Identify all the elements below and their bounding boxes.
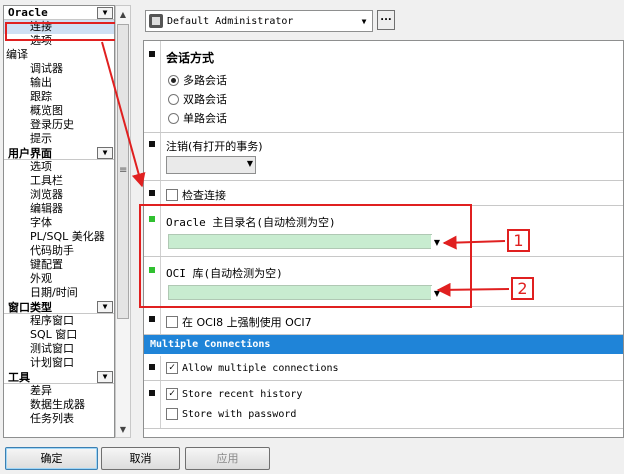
tree-item-toolbar[interactable]: 工具栏 (4, 174, 114, 188)
tree-item-diff[interactable]: 差异 (4, 384, 114, 398)
checkbox-box[interactable] (166, 408, 178, 420)
chevron-down-icon[interactable]: ▼ (247, 159, 253, 168)
check-connection-checkbox[interactable]: 检查连接 (166, 187, 226, 203)
category-user-interface[interactable]: 用户界面 ▼ (4, 146, 114, 160)
annotation-box (139, 204, 472, 308)
logoff-label: 注销(有打开的事务) (166, 140, 263, 153)
tree-item-logon-history[interactable]: 登录历史 (4, 118, 114, 132)
force-oci7-checkbox[interactable]: 在 OCI8 上强制使用 OCI7 (166, 314, 312, 330)
category-user-interface-label: 用户界面 (8, 146, 52, 160)
profile-icon (149, 14, 163, 28)
chevron-down-icon[interactable]: ▼ (97, 370, 113, 383)
allow-multiple-checkbox[interactable]: ✓ Allow multiple connections (166, 362, 339, 374)
radio-label: 单路会话 (183, 112, 227, 125)
scroll-up-icon[interactable]: ▲ (116, 6, 130, 22)
section-allow-multiple: ✓ Allow multiple connections (144, 356, 623, 381)
section-gutter (144, 381, 161, 428)
store-password-checkbox[interactable]: Store with password (166, 408, 296, 420)
section-marker (149, 364, 155, 370)
profile-select[interactable]: Default Administrator ▼ (145, 10, 373, 32)
tree-item-options[interactable]: 选项 (4, 34, 114, 48)
multiple-connections-header: Multiple Connections (144, 335, 623, 354)
section-marker (149, 190, 155, 196)
apply-button[interactable]: 应用 (185, 447, 270, 470)
radio-dot[interactable] (168, 74, 179, 86)
checkbox-label: Store with password (182, 408, 297, 420)
ok-button[interactable]: 确定 (5, 447, 98, 470)
tree-item-compile[interactable]: 编译 (4, 48, 114, 62)
chevron-down-icon[interactable]: ▼ (356, 17, 372, 26)
session-mode-title: 会话方式 (166, 51, 215, 65)
checkbox-label: Allow multiple connections (182, 362, 339, 374)
checkbox-box[interactable]: ✓ (166, 362, 178, 374)
category-tree[interactable]: Oracle ▼ 连接 选项 编译 调试器 输出 跟踪 概览图 登录历史 提示 … (3, 5, 115, 438)
radio-multi-session[interactable]: 多路会话 (168, 72, 227, 88)
section-marker (149, 390, 155, 396)
radio-single-session[interactable]: 单路会话 (168, 110, 227, 126)
section-oci8: 在 OCI8 上强制使用 OCI7 (144, 307, 623, 335)
radio-dot[interactable] (168, 112, 179, 124)
section-check-connection: 检查连接 (144, 181, 623, 206)
tree-item-connection[interactable]: 连接 (4, 20, 114, 34)
tree-item-ui-options[interactable]: 选项 (4, 160, 114, 174)
chevron-down-icon[interactable]: ▼ (97, 146, 113, 159)
section-history: ✓ Store recent history Store with passwo… (144, 381, 623, 429)
section-marker (149, 316, 155, 322)
checkbox-box[interactable] (166, 189, 178, 201)
category-tools[interactable]: 工具 ▼ (4, 370, 114, 384)
tree-item-data-generator[interactable]: 数据生成器 (4, 398, 114, 412)
tree-item-task-list[interactable]: 任务列表 (4, 412, 114, 426)
tree-item-beautifier[interactable]: PL/SQL 美化器 (4, 230, 114, 244)
profile-more-button[interactable]: ... (377, 10, 395, 30)
category-oracle-label: Oracle (8, 6, 48, 19)
tree-item-browser[interactable]: 浏览器 (4, 188, 114, 202)
logoff-select[interactable]: ▼ (166, 156, 256, 174)
radio-label: 多路会话 (183, 74, 227, 87)
cancel-button[interactable]: 取消 (101, 447, 180, 470)
category-oracle[interactable]: Oracle ▼ (4, 6, 114, 20)
annotation-number-2: 2 (511, 277, 534, 300)
tree-item-trace[interactable]: 跟踪 (4, 90, 114, 104)
store-history-checkbox[interactable]: ✓ Store recent history (166, 388, 302, 400)
category-window-types-label: 窗口类型 (8, 300, 52, 314)
tree-item-editor[interactable]: 编辑器 (4, 202, 114, 216)
tree-item-program-window[interactable]: 程序窗口 (4, 314, 114, 328)
tree-item-test-window[interactable]: 测试窗口 (4, 342, 114, 356)
annotation-number-1: 1 (507, 229, 530, 252)
section-marker (149, 51, 155, 57)
checkbox-label: Store recent history (182, 388, 303, 400)
chevron-down-icon[interactable]: ▼ (97, 6, 113, 19)
section-session: 会话方式 多路会话 双路会话 单路会话 (144, 41, 623, 133)
preferences-dialog: Oracle ▼ 连接 选项 编译 调试器 输出 跟踪 概览图 登录历史 提示 … (0, 0, 624, 474)
radio-label: 双路会话 (183, 93, 227, 106)
splitter-grip-icon[interactable]: ≡ (119, 165, 127, 176)
checkbox-label: 检查连接 (182, 189, 226, 202)
radio-dot[interactable] (168, 93, 179, 105)
tree-item-appearance[interactable]: 外观 (4, 272, 114, 286)
category-window-types[interactable]: 窗口类型 ▼ (4, 300, 114, 314)
radio-dual-session[interactable]: 双路会话 (168, 91, 227, 107)
tree-item-profiler[interactable]: 概览图 (4, 104, 114, 118)
tree-item-key-config[interactable]: 键配置 (4, 258, 114, 272)
tree-item-code-assistant[interactable]: 代码助手 (4, 244, 114, 258)
section-marker (149, 141, 155, 147)
scroll-down-icon[interactable]: ▼ (116, 421, 130, 437)
tree-item-debugger[interactable]: 调试器 (4, 62, 114, 76)
checkbox-label: 在 OCI8 上强制使用 OCI7 (182, 316, 312, 329)
checkbox-box[interactable] (166, 316, 178, 328)
checkbox-box[interactable]: ✓ (166, 388, 178, 400)
category-tools-label: 工具 (8, 370, 30, 384)
profile-select-value: Default Administrator (167, 15, 294, 27)
chevron-down-icon[interactable]: ▼ (97, 300, 113, 313)
tree-scrollbar[interactable]: ▲ ▼ (115, 5, 131, 438)
tree-item-output[interactable]: 输出 (4, 76, 114, 90)
section-logoff: 注销(有打开的事务) ▼ (144, 133, 623, 181)
tree-item-font[interactable]: 字体 (4, 216, 114, 230)
tree-item-sql-window[interactable]: SQL 窗口 (4, 328, 114, 342)
